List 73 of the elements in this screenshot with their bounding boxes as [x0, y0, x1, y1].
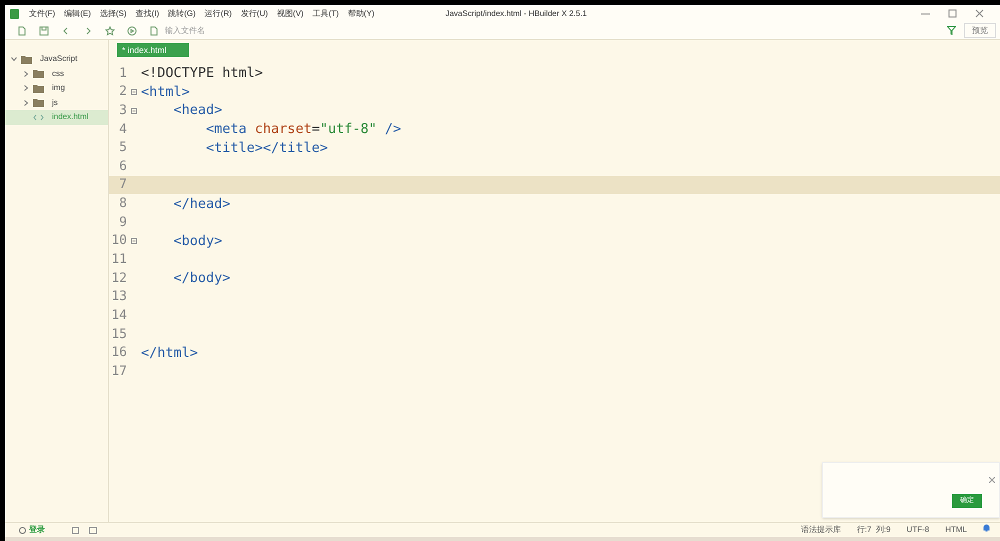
- folder-icon: [33, 98, 44, 108]
- menu-item[interactable]: 视图(V): [276, 8, 304, 20]
- menu-item[interactable]: 跳转(G): [168, 8, 196, 20]
- line-number: 8: [118, 195, 127, 214]
- chevron-icon: [11, 56, 17, 62]
- run-icon[interactable]: [127, 26, 137, 36]
- filter-icon[interactable]: [947, 26, 956, 35]
- star-icon[interactable]: [105, 26, 115, 36]
- tree-item[interactable]: js: [5, 96, 108, 110]
- folder-icon: [21, 54, 32, 64]
- status-item[interactable]: 行:7 列:9: [856, 524, 891, 536]
- status-item[interactable]: 语法提示库: [800, 524, 841, 536]
- line-number: 12: [110, 270, 127, 288]
- close-icon[interactable]: [975, 9, 984, 18]
- bell-icon[interactable]: [983, 524, 990, 532]
- line-number: 13: [110, 288, 127, 306]
- preview-file-icon[interactable]: [149, 26, 159, 36]
- chevron-icon: [23, 85, 29, 92]
- code-line: <meta charset="utf-8" />: [205, 120, 402, 140]
- code-line: <!DOCTYPE html>: [141, 64, 263, 84]
- menu-item[interactable]: 发行(U): [240, 8, 268, 20]
- menu-item[interactable]: 文件(F): [29, 8, 56, 20]
- search-field[interactable]: 输入文件名: [165, 24, 365, 36]
- chevron-icon: [23, 100, 29, 106]
- line-number: 14: [110, 306, 127, 325]
- line-number: 11: [110, 250, 127, 269]
- menu-item[interactable]: 工具(T): [312, 8, 339, 20]
- menu-item[interactable]: 编辑(E): [64, 8, 91, 20]
- code-line: </html>: [141, 344, 198, 363]
- fold-toggle-icon[interactable]: [131, 88, 137, 95]
- line-number: 6: [118, 158, 127, 176]
- preview-button[interactable]: 预览: [964, 23, 996, 38]
- fold-toggle-icon[interactable]: [131, 108, 137, 114]
- close-icon[interactable]: [989, 477, 995, 483]
- user-icon: [19, 526, 26, 534]
- fold-toggle-icon[interactable]: [131, 238, 137, 244]
- code-line: </head>: [172, 194, 230, 214]
- code-line: <title></title>: [205, 138, 328, 158]
- menu-item[interactable]: 查找(I): [136, 8, 160, 20]
- code-line: </body>: [172, 269, 230, 288]
- line-number: 1: [118, 64, 127, 83]
- line-number: 10: [110, 232, 127, 250]
- tree-item[interactable]: css: [5, 66, 108, 81]
- new-file-icon[interactable]: [17, 26, 27, 36]
- menu-item[interactable]: 帮助(Y): [348, 8, 374, 20]
- code-file-icon: [33, 114, 44, 121]
- save-icon[interactable]: [39, 26, 49, 36]
- app-logo-icon: [10, 8, 19, 18]
- folder-icon: [33, 69, 44, 78]
- panel-icon[interactable]: [72, 526, 79, 534]
- menu-item[interactable]: 运行(R): [204, 8, 232, 20]
- line-number: 9: [118, 214, 127, 232]
- line-number: 16: [110, 344, 127, 362]
- line-number: 7: [118, 176, 127, 194]
- code-line: <head>: [172, 101, 222, 120]
- line-number: 17: [110, 362, 127, 381]
- maximize-icon[interactable]: [948, 9, 957, 18]
- chevron-icon: [23, 70, 29, 77]
- code-line: <body>: [172, 232, 222, 251]
- terminal-icon[interactable]: [89, 526, 97, 534]
- line-number: 4: [118, 120, 127, 138]
- window-title: JavaScript/index.html - HBuilder X 2.5.1: [445, 8, 587, 20]
- tree-item[interactable]: img: [5, 81, 108, 96]
- code-line: <html>: [141, 82, 190, 102]
- line-number: 15: [110, 326, 127, 344]
- line-number: 3: [118, 102, 127, 120]
- line-number: 5: [118, 139, 127, 158]
- menu-item[interactable]: 选择(S): [100, 8, 127, 20]
- status-item[interactable]: HTML: [945, 524, 967, 536]
- line-number: 2: [118, 83, 127, 102]
- folder-icon: [33, 84, 44, 93]
- tree-item[interactable]: JavaScript: [5, 52, 108, 66]
- status-item[interactable]: UTF-8: [906, 524, 930, 536]
